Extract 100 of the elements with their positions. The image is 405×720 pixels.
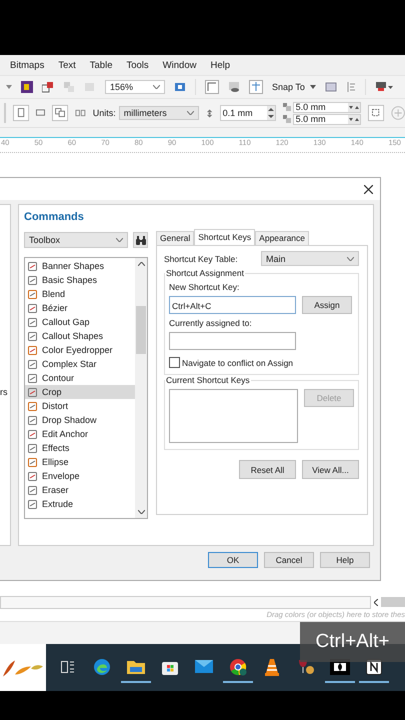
snap-icon[interactable] xyxy=(249,80,263,94)
scrollbar-thumb[interactable] xyxy=(136,306,146,354)
tab[interactable]: General xyxy=(156,231,194,245)
folder-icon xyxy=(127,659,145,674)
menu-item[interactable]: Tools xyxy=(126,60,149,70)
menu-item[interactable]: Bitmaps xyxy=(10,60,44,70)
menu-item[interactable]: Text xyxy=(58,60,76,70)
units-combo[interactable]: millimeters xyxy=(118,106,199,120)
command-item[interactable]: Contour xyxy=(25,371,135,385)
shortcut-key-field[interactable]: Ctrl+Alt+C xyxy=(169,296,296,314)
find-button[interactable] xyxy=(133,232,148,248)
command-item[interactable]: Complex Star xyxy=(25,357,135,371)
tool-icon xyxy=(28,500,37,508)
command-item[interactable]: Drop Shadow xyxy=(25,413,135,427)
dialog-button[interactable]: Help xyxy=(320,552,370,568)
scroll-down-icon xyxy=(138,510,144,514)
field-label: New Shortcut Key: xyxy=(169,282,240,292)
portrait-icon[interactable] xyxy=(12,104,29,122)
tool-icon xyxy=(28,290,37,298)
menu-item[interactable]: Help xyxy=(210,60,230,70)
publish-icon[interactable] xyxy=(21,81,33,93)
alignment-guides-icon[interactable] xyxy=(346,81,356,93)
caret-icon xyxy=(116,238,123,242)
duplicate-x-field[interactable]: 5.0 mm xyxy=(292,102,361,112)
tab[interactable]: Shortcut Keys xyxy=(194,229,256,245)
command-item[interactable]: Callout Gap xyxy=(25,315,135,329)
all-pages-icon[interactable] xyxy=(52,104,68,122)
traffic-cone-icon xyxy=(265,658,279,676)
assigned-to-field[interactable] xyxy=(169,332,296,350)
horizontal-scrollbar[interactable] xyxy=(0,596,371,608)
command-item[interactable]: Edit Anchor xyxy=(25,427,135,441)
zoom-combo[interactable]: 156% xyxy=(105,80,165,94)
assign-button[interactable]: Assign xyxy=(302,296,352,314)
duplicate-y-field[interactable]: 5.0 mm xyxy=(292,114,361,124)
menu-item[interactable]: Table xyxy=(90,60,112,70)
mail-icon xyxy=(195,660,213,673)
command-item[interactable]: Crop xyxy=(25,385,135,399)
command-item[interactable]: Eraser xyxy=(25,483,135,497)
scrollbar[interactable] xyxy=(135,258,147,518)
browser-icon xyxy=(229,658,247,676)
tool-icon xyxy=(28,318,37,326)
tool-icon xyxy=(28,444,37,452)
reset-all-button[interactable]: Reset All xyxy=(239,460,296,479)
offset-y-icon xyxy=(282,115,291,123)
dropdown-arrow-icon[interactable] xyxy=(6,85,12,89)
preview-icon[interactable] xyxy=(228,81,240,93)
checkbox[interactable] xyxy=(169,357,180,368)
tool-icon xyxy=(28,360,37,368)
command-item[interactable]: Basic Shapes xyxy=(25,273,135,287)
caret-icon xyxy=(153,85,160,89)
command-item[interactable]: Envelope xyxy=(25,469,135,483)
field-label: Currently assigned to: xyxy=(169,318,253,328)
snap-to-dropdown[interactable]: Snap To xyxy=(272,82,316,92)
group-title: Shortcut Assignment xyxy=(165,268,245,278)
command-item[interactable]: Color Eyedropper xyxy=(25,343,135,357)
dialog-button[interactable]: OK xyxy=(208,552,258,568)
command-item[interactable]: Blend xyxy=(25,287,135,301)
command-item[interactable]: Banner Shapes xyxy=(25,259,135,273)
command-item[interactable]: Extrude xyxy=(25,497,135,511)
current-page-icon[interactable] xyxy=(74,108,86,118)
units-label: Units: xyxy=(92,108,116,118)
copy-icon[interactable] xyxy=(42,81,54,93)
dialog-button[interactable]: Cancel xyxy=(264,552,314,568)
tool-icon xyxy=(28,430,37,438)
panel-text: rs xyxy=(0,387,8,397)
command-item[interactable]: Callout Shapes xyxy=(25,329,135,343)
zoom-page-icon[interactable] xyxy=(174,81,186,93)
tool-icon xyxy=(28,346,37,354)
scrollbar-thumb[interactable] xyxy=(381,597,405,607)
launch-icon[interactable] xyxy=(374,81,393,93)
leaves-icon[interactable] xyxy=(0,644,46,691)
command-item[interactable]: Ellipse xyxy=(25,455,135,469)
treat-as-filled-icon[interactable] xyxy=(368,104,384,122)
tool-icon xyxy=(28,402,37,410)
spinner-icon xyxy=(266,106,275,120)
scroll-up-icon xyxy=(138,262,144,266)
close-button[interactable] xyxy=(363,184,374,194)
checkbox-label: Navigate to conflict on Assign xyxy=(182,358,294,368)
dynamic-guides-icon[interactable] xyxy=(324,81,337,93)
panel-title: Commands xyxy=(24,211,85,223)
caret-icon xyxy=(186,111,194,115)
tool-icon xyxy=(28,416,37,424)
tool-icon xyxy=(28,374,37,382)
view-all-button[interactable]: View All... xyxy=(302,460,359,479)
command-item[interactable]: Bézier xyxy=(25,301,135,315)
tab[interactable]: Appearance xyxy=(255,231,310,245)
caret-icon xyxy=(310,85,316,89)
command-item[interactable]: Effects xyxy=(25,441,135,455)
tool-icon xyxy=(28,486,37,494)
tool-icon xyxy=(28,458,37,466)
command-item[interactable]: Distort xyxy=(25,399,135,413)
nudge-field[interactable]: 0.1 mm xyxy=(220,105,276,121)
rulers-icon[interactable] xyxy=(205,80,219,94)
landscape-icon[interactable] xyxy=(36,109,45,117)
menu-item[interactable]: Window xyxy=(162,60,196,70)
spinner-icon xyxy=(348,114,360,124)
shortcut-table-dropdown[interactable]: Main xyxy=(261,251,359,266)
scroll-left-icon[interactable] xyxy=(374,598,378,606)
group-title: Current Shortcut Keys xyxy=(165,375,251,385)
category-dropdown[interactable]: Toolbox xyxy=(24,232,128,248)
